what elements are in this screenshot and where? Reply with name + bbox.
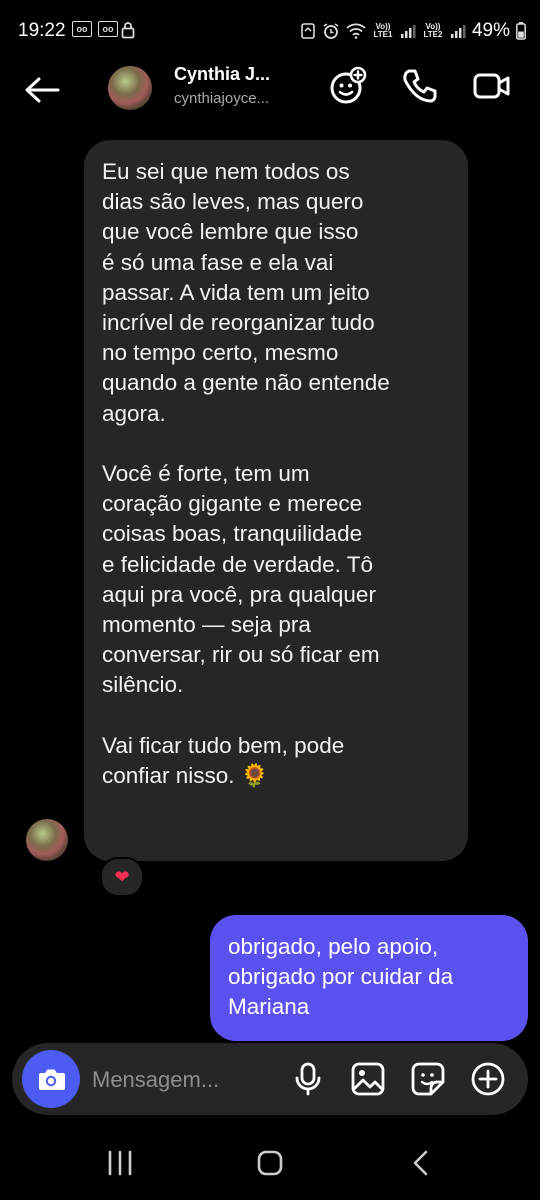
heart-reaction[interactable]: ❤ [100,857,144,897]
battery-icon [516,22,526,40]
message-composer [12,1043,528,1115]
sender-avatar[interactable] [26,819,68,861]
recent-apps-icon[interactable] [100,1148,140,1178]
lock-icon [121,22,135,39]
battery-percent: 49% [471,20,510,41]
signal-icon-1 [400,25,416,38]
outgoing-message-bubble[interactable]: obrigado, pelo apoio, obrigado por cuida… [210,915,528,1041]
sim2-label: Vo)) LTE2 [423,22,443,39]
incoming-message-bubble[interactable]: Eu sei que nem todos os dias são leves, … [84,140,468,861]
chat-header: Cynthia J... cynthiajoyce... [0,62,540,118]
voicemail-icon: oo [72,21,92,37]
nav-back-icon[interactable] [402,1148,442,1178]
microphone-icon[interactable] [290,1061,326,1097]
contact-name[interactable]: Cynthia J... [174,64,270,85]
system-status: Vo)) LTE1 Vo)) LTE2 49% [300,20,526,42]
back-arrow-icon[interactable] [22,70,62,110]
sim1-label: Vo)) LTE1 [373,22,393,39]
camera-button[interactable] [22,1050,80,1108]
recycle-icon [301,23,315,39]
gallery-icon[interactable] [350,1061,386,1097]
wifi-icon [346,23,366,39]
status-bar: 19:22 oo oo Vo)) LTE1 Vo)) LTE2 49% [0,0,540,62]
contact-handle[interactable]: cynthiajoyce... [174,90,269,107]
status-time: 19:22 [18,20,66,41]
alarm-icon [323,23,339,39]
camera-icon [39,1069,65,1090]
home-icon[interactable] [250,1148,290,1178]
video-call-icon[interactable] [472,66,512,106]
signal-icon-2 [450,25,466,38]
add-icon[interactable] [470,1061,506,1097]
contact-avatar[interactable] [108,66,152,110]
message-input[interactable] [90,1063,284,1097]
effects-icon[interactable] [328,66,368,106]
phone-icon[interactable] [400,66,440,106]
notification-icons: oo oo [72,21,118,37]
voicemail-icon-2: oo [98,21,118,37]
system-nav-bar [0,1130,540,1200]
sticker-icon[interactable] [410,1061,446,1097]
